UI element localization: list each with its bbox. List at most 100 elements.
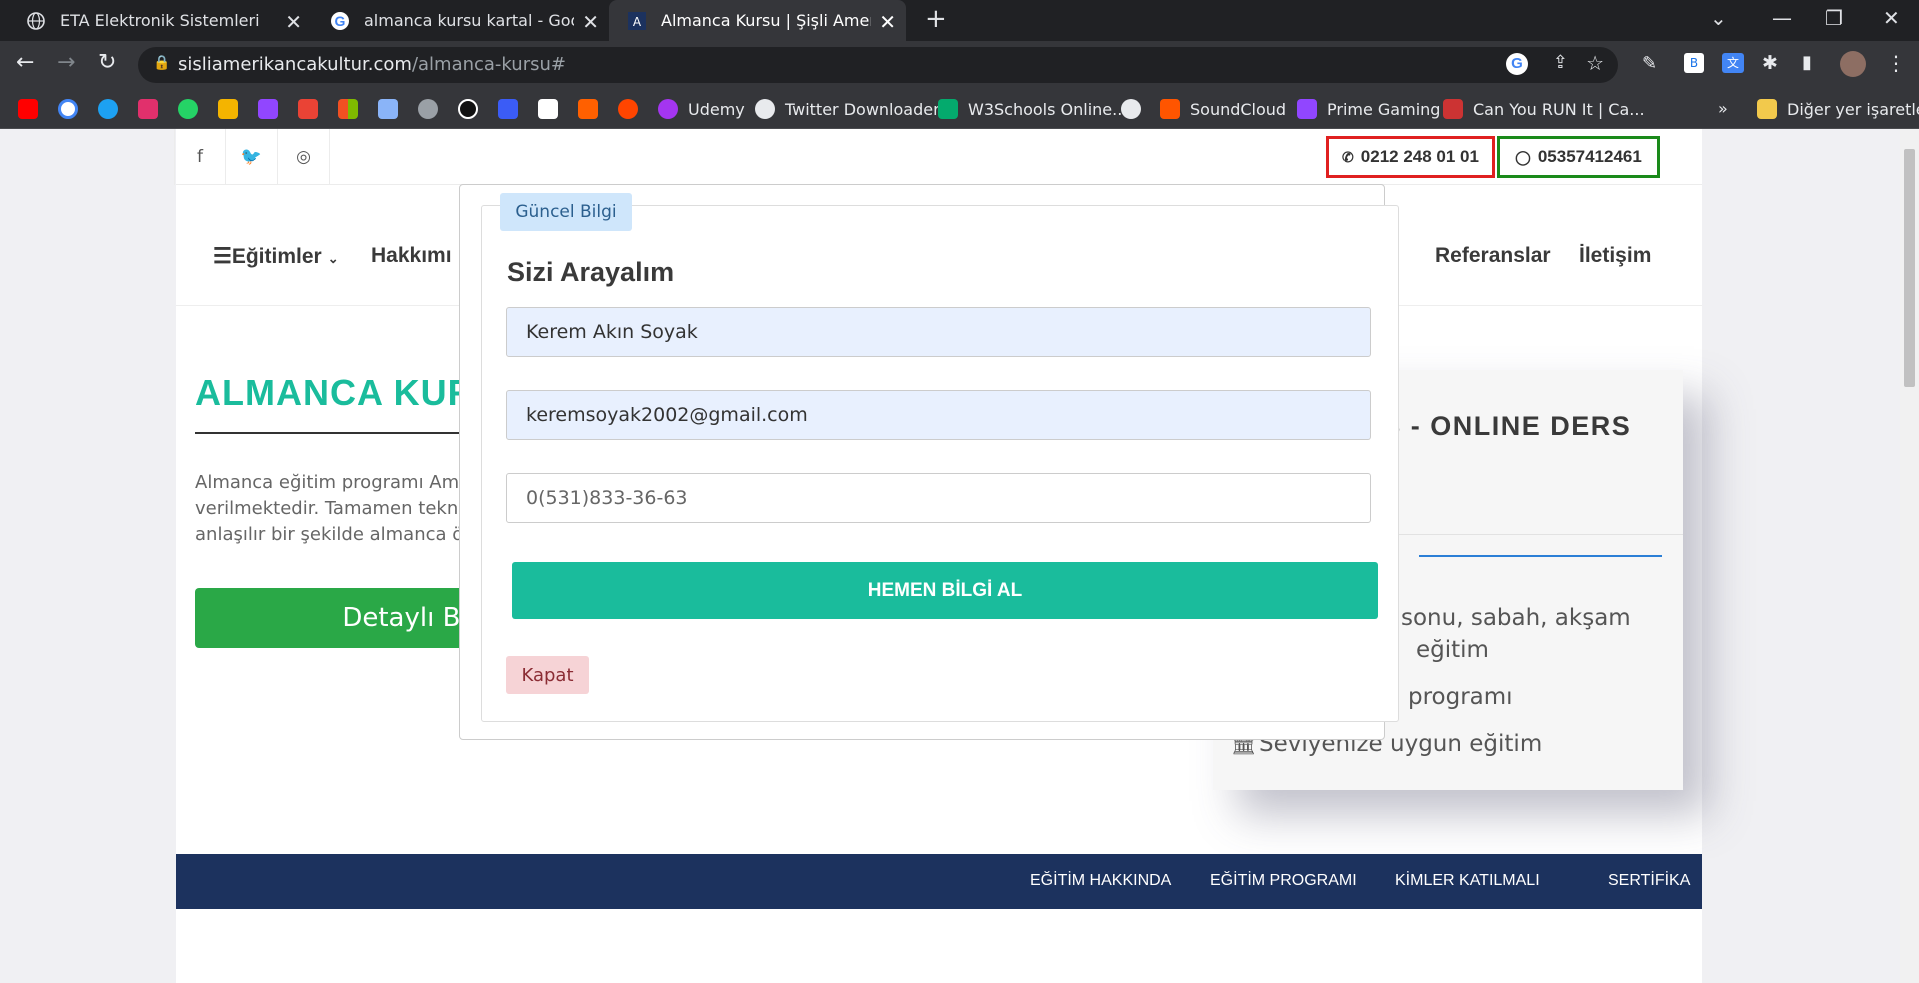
bookmark-camera[interactable] — [218, 99, 248, 119]
side-feature-text: eğitim — [1416, 637, 1489, 663]
nav-iletisim[interactable]: İletişim — [1579, 244, 1651, 268]
twitter-icon[interactable]: 🐦 — [226, 129, 278, 185]
bookmark-globe[interactable] — [1121, 99, 1151, 119]
forward-button[interactable]: → — [57, 50, 75, 75]
phone-button[interactable]: ✆ 0212 248 01 01 — [1326, 136, 1495, 178]
extension-b-icon[interactable]: B — [1684, 53, 1704, 73]
bookmark-udemy[interactable]: Udemy — [658, 99, 745, 119]
extensions-puzzle-icon[interactable]: ✱ — [1762, 52, 1778, 74]
other-bookmarks-folder[interactable]: Diğer yer işaretleri — [1757, 99, 1919, 119]
google-lens-icon[interactable]: G — [1506, 53, 1528, 75]
hb-icon — [578, 99, 598, 119]
svg-text:A: A — [633, 15, 642, 29]
browser-toolbar: ← → ↻ 🔒 sisliamerikancakultur.com/almanc… — [0, 41, 1919, 91]
tab-eta[interactable]: ETA Elektronik Sistemleri ✕ — [8, 0, 312, 41]
scrollbar-thumb[interactable] — [1904, 149, 1915, 387]
facebook-icon[interactable]: f — [174, 129, 226, 185]
bookmark-soundcloud[interactable]: SoundCloud — [1160, 99, 1286, 119]
bookmark-wikipedia[interactable] — [538, 99, 568, 119]
phone-number: 0212 248 01 01 — [1360, 147, 1479, 166]
side-panel-icon[interactable]: ▮ — [1802, 52, 1812, 73]
close-icon[interactable]: ✕ — [879, 10, 896, 34]
arrow-icon — [458, 99, 478, 119]
bookmark-twitter-downloader[interactable]: Twitter Downloader — [755, 99, 940, 119]
flash-icon — [498, 99, 518, 119]
restore-button[interactable]: ❐ — [1825, 6, 1843, 30]
intro-paragraph-line: anlaşılır bir şekilde almanca öğ — [195, 524, 475, 545]
bookmark-w3schools[interactable]: W3Schools Online... — [938, 99, 1127, 119]
x-icon — [378, 99, 398, 119]
tab-google-search[interactable]: G almanca kursu kartal - Google'da ✕ — [312, 0, 609, 41]
section-link-sertifika[interactable]: SERTİFİKA — [1608, 872, 1690, 890]
top-bar: f 🐦 ◎ ✆ 0212 248 01 01 ◯ 05357412461 — [174, 129, 1702, 185]
share-icon[interactable]: ⇪ — [1553, 52, 1568, 73]
instagram-icon[interactable]: ◎ — [278, 129, 330, 185]
globe-icon — [755, 99, 775, 119]
name-input[interactable]: Kerem Akın Soyak — [506, 307, 1371, 357]
google-icon: G — [330, 11, 350, 31]
tab-search-icon[interactable]: ⌄ — [1710, 6, 1727, 30]
bookmark-instagram[interactable] — [138, 99, 168, 119]
intro-paragraph-line: verilmektedir. Tamamen tekno — [195, 498, 470, 519]
bookmark-arrow[interactable] — [458, 99, 488, 119]
profile-avatar[interactable] — [1840, 51, 1866, 77]
bookmarks-overflow-button[interactable]: » — [1718, 99, 1728, 118]
bookmark-youtube[interactable] — [18, 99, 48, 119]
google-icon — [58, 99, 78, 119]
side-card-accent-line — [1419, 555, 1662, 557]
bookmark-hb[interactable] — [578, 99, 608, 119]
bookmark-gmail[interactable] — [298, 99, 328, 119]
bookmark-can-you-run-it[interactable]: Can You RUN It | Ca... — [1443, 99, 1645, 119]
new-tab-button[interactable]: + — [925, 4, 947, 34]
bookmark-whatsapp[interactable] — [178, 99, 208, 119]
bookmark-diamond[interactable] — [418, 99, 448, 119]
translate-icon[interactable]: 文 — [1722, 53, 1744, 73]
site-icon: A — [627, 11, 647, 31]
nav-egitimler[interactable]: ☰Eğitimler ⌄ — [213, 244, 339, 269]
whatsapp-number: 05357412461 — [1537, 147, 1642, 166]
section-link-egitim-programi[interactable]: EĞİTİM PROGRAMI — [1210, 872, 1357, 890]
canyourunit-icon — [1443, 99, 1463, 119]
wikipedia-icon — [538, 99, 558, 119]
nav-label: Eğitimler — [231, 245, 322, 268]
close-modal-button[interactable]: Kapat — [506, 656, 589, 694]
whatsapp-icon: ◯ — [1515, 148, 1531, 165]
address-bar[interactable]: 🔒 sisliamerikancakultur.com/almanca-kurs… — [138, 47, 1618, 83]
bookmark-microsoft[interactable] — [338, 99, 368, 119]
back-button[interactable]: ← — [16, 50, 34, 75]
youtube-icon — [18, 99, 38, 119]
bookmark-twitter[interactable] — [98, 99, 128, 119]
section-nav-bar: EĞİTİM HAKKINDA EĞİTİM PROGRAMI KİMLER K… — [176, 854, 1702, 909]
nav-referanslar[interactable]: Referanslar — [1435, 244, 1551, 268]
crown-icon — [1297, 99, 1317, 119]
bookmark-google[interactable] — [58, 99, 88, 119]
phone-input[interactable]: 0(531)833-36-63 — [506, 473, 1371, 523]
whatsapp-button[interactable]: ◯ 05357412461 — [1497, 136, 1660, 178]
intro-paragraph-line: Almanca eğitim programı Ame — [195, 472, 471, 493]
reload-button[interactable]: ↻ — [98, 50, 116, 75]
bookmark-flash[interactable] — [498, 99, 528, 119]
bookmark-reddit[interactable] — [618, 99, 648, 119]
bookmark-label: SoundCloud — [1190, 99, 1287, 119]
bookmark-label: Can You RUN It | Ca... — [1473, 99, 1645, 119]
email-input[interactable]: keremsoyak2002@gmail.com — [506, 390, 1371, 440]
udemy-icon — [658, 99, 678, 119]
side-feature-text: sonu, sabah, akşam — [1401, 605, 1631, 631]
bookmark-star-icon[interactable]: ☆ — [1586, 51, 1604, 75]
window-close-button[interactable]: ✕ — [1883, 6, 1900, 30]
close-icon[interactable]: ✕ — [582, 10, 599, 34]
menu-dots-icon[interactable]: ⋮ — [1886, 51, 1906, 75]
nav-hakkimizda[interactable]: Hakkımı — [371, 244, 452, 268]
submit-button[interactable]: HEMEN BİLGİ AL — [512, 562, 1378, 619]
bookmark-x[interactable] — [378, 99, 408, 119]
w3schools-icon — [938, 99, 958, 119]
bookmark-twitch[interactable] — [258, 99, 288, 119]
section-link-kimler-katilmali[interactable]: KİMLER KATILMALI — [1395, 872, 1540, 890]
section-link-egitim-hakkinda[interactable]: EĞİTİM HAKKINDA — [1030, 872, 1171, 890]
close-icon[interactable]: ✕ — [285, 10, 302, 34]
browser-tab-strip: ETA Elektronik Sistemleri ✕ G almanca ku… — [0, 0, 1919, 41]
minimize-button[interactable]: — — [1772, 6, 1792, 30]
tab-almanca-kursu[interactable]: A Almanca Kursu | Şişli Amerikan Kü ✕ — [609, 0, 906, 41]
bookmark-prime-gaming[interactable]: Prime Gaming — [1297, 99, 1440, 119]
extension-pen-icon[interactable]: ✎ — [1642, 53, 1657, 74]
